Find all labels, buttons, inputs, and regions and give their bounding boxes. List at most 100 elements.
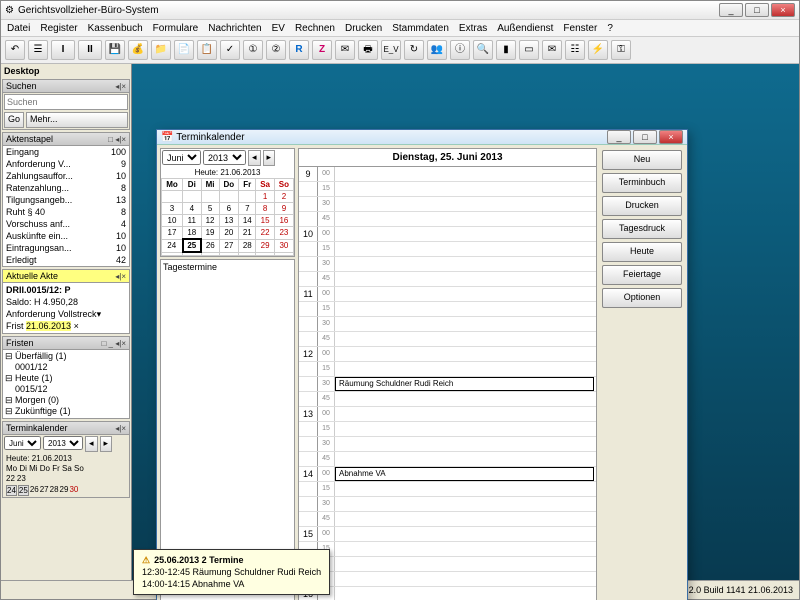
frist-item[interactable]: ⊟ Morgen (0) [5,395,127,406]
tool-cash[interactable]: 💰 [128,40,148,60]
maximize-button[interactable]: □ [745,3,769,17]
tagesdruck-button[interactable]: Tagesdruck [602,219,682,239]
neu-button[interactable]: Neu [602,150,682,170]
terminbuch-button[interactable]: Terminbuch [602,173,682,193]
panel-ctl4[interactable]: ◂|× [115,424,126,433]
cal-day[interactable]: 1 [256,191,274,203]
cal-day[interactable] [183,191,202,203]
cal-day[interactable]: 13 [219,215,239,227]
drucken-button[interactable]: Drucken [602,196,682,216]
panel-close-icon[interactable]: ◂|× [115,82,126,91]
frist-item[interactable]: ⊟ Heute (1) [5,373,127,384]
tool-info[interactable]: ⓘ [450,40,470,60]
cal-day[interactable]: 27 [219,239,239,252]
tool-z[interactable]: Z [312,40,332,60]
tool-note[interactable]: ☷ [565,40,585,60]
tool-1[interactable]: ↶ [5,40,25,60]
tool-2[interactable]: ☰ [28,40,48,60]
cal-day[interactable]: 26 [201,239,219,252]
tool-check[interactable]: ✓ [220,40,240,60]
search-input[interactable] [4,94,128,110]
cal-day[interactable]: 9 [274,203,293,215]
stapel-name[interactable]: Eingang [6,146,39,158]
dialog-close[interactable]: × [659,130,683,144]
modal-next-icon[interactable]: ▸ [263,150,276,166]
feiertage-button[interactable]: Feiertage [602,265,682,285]
cal-day[interactable]: 8 [256,203,274,215]
modal-year-select[interactable]: 2013 [203,150,246,165]
tool-copy[interactable]: 📋 [197,40,217,60]
cal-day[interactable] [162,191,183,203]
go-button[interactable]: Go [4,112,24,128]
menu-help[interactable]: ? [607,23,613,34]
appointment[interactable]: Abnahme VA [335,467,594,481]
tool-save[interactable]: 💾 [105,40,125,60]
cal-day[interactable]: 4 [183,203,202,215]
cal-day[interactable]: 3 [162,203,183,215]
menu-aussendienst[interactable]: Außendienst [497,23,553,34]
optionen-button[interactable]: Optionen [602,288,682,308]
tool-msg[interactable]: ✉ [542,40,562,60]
cal-day[interactable]: 10 [162,215,183,227]
panel-ctl2[interactable]: ◂|× [115,272,126,281]
cal-day[interactable]: 17 [162,227,183,240]
tool-people[interactable]: 👥 [427,40,447,60]
cal-day[interactable]: 18 [183,227,202,240]
month-select[interactable]: Juni [4,436,41,450]
menu-stammdaten[interactable]: Stammdaten [392,23,449,34]
cal-day[interactable]: 2 [274,191,293,203]
modal-prev-icon[interactable]: ◂ [248,150,261,166]
menu-rechnen[interactable]: Rechnen [295,23,335,34]
cal-day[interactable] [274,252,293,256]
cal-day[interactable] [201,252,219,256]
tool-calc[interactable]: ① [243,40,263,60]
panel-ctl3[interactable]: □ _ ◂|× [102,339,127,348]
frist-item[interactable]: 0001/12 [5,362,127,373]
menu-kassenbuch[interactable]: Kassenbuch [88,23,143,34]
prev-icon[interactable]: ◂ [85,436,98,452]
menu-formulare[interactable]: Formulare [153,23,199,34]
menu-extras[interactable]: Extras [459,23,487,34]
cal-day[interactable] [239,252,256,256]
more-button[interactable]: Mehr... [26,112,128,128]
year-select[interactable]: 2013 [43,436,83,450]
modal-month-select[interactable]: Juni [162,150,201,165]
cal-day[interactable]: 21 [239,227,256,240]
cal-day[interactable]: 6 [219,203,239,215]
tool-bolt[interactable]: ⚡ [588,40,608,60]
menu-register[interactable]: Register [40,23,77,34]
tool-find[interactable]: 🔍 [473,40,493,60]
cal-day[interactable]: 19 [201,227,219,240]
frist-x-icon[interactable]: × [74,321,79,331]
cal-day[interactable]: 12 [201,215,219,227]
cal-day[interactable]: 28 [239,239,256,252]
menu-drucken[interactable]: Drucken [345,23,382,34]
cal-day[interactable]: 22 [256,227,274,240]
frist-item[interactable]: ⊟ Zukünftige (1) [5,406,127,417]
tool-window[interactable]: ▭ [519,40,539,60]
cal-day[interactable]: 23 [274,227,293,240]
frist-item[interactable]: 0015/12 [5,384,127,395]
menu-datei[interactable]: Datei [7,23,30,34]
cal-day[interactable]: 29 [256,239,274,252]
cal-day[interactable] [183,252,202,256]
stapel-name[interactable]: Vorschuss anf... [6,218,70,230]
next-icon[interactable]: ▸ [100,436,113,452]
tool-doc[interactable]: 📄 [174,40,194,60]
cal-day[interactable]: 20 [219,227,239,240]
stapel-name[interactable]: Ruht § 40 [6,206,45,218]
stapel-name[interactable]: Auskünfte ein... [6,230,68,242]
cal-day[interactable]: 16 [274,215,293,227]
cal-day[interactable] [219,252,239,256]
cal-day[interactable] [201,191,219,203]
cal-day[interactable] [256,252,274,256]
tool-r[interactable]: R [289,40,309,60]
frist-item[interactable]: ⊟ Überfällig (1) [5,351,127,362]
cal-day[interactable]: 7 [239,203,256,215]
cal-24[interactable]: 24 [6,485,17,496]
stapel-name[interactable]: Anforderung V... [6,158,71,170]
cal-day[interactable]: 15 [256,215,274,227]
tool-flag[interactable]: ▮ [496,40,516,60]
close-button[interactable]: × [771,3,795,17]
tool-2c[interactable]: ② [266,40,286,60]
